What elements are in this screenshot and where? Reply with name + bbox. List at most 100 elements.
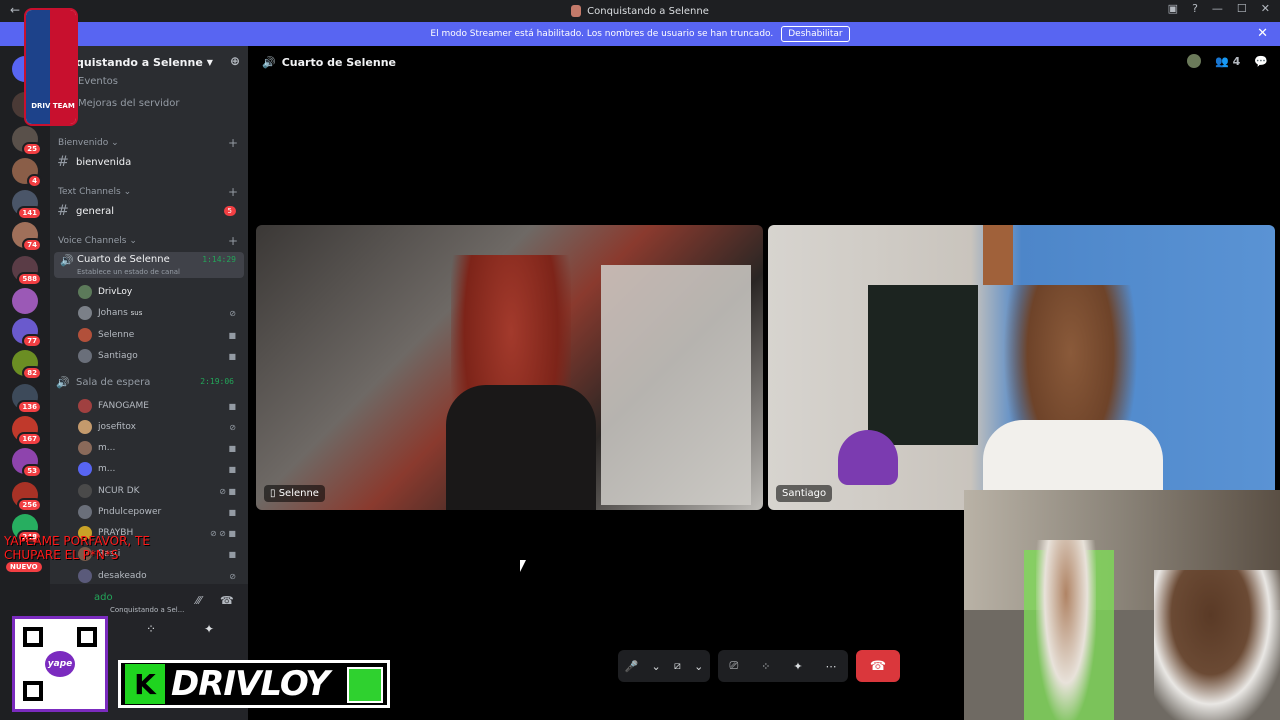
activities-icon[interactable]: ⁘ xyxy=(761,660,770,673)
user-name: Santiago xyxy=(98,351,138,361)
chevron-down-icon: ▼ xyxy=(206,57,213,67)
server-icon[interactable]: 256 xyxy=(12,482,42,512)
server-icon[interactable]: 82 xyxy=(12,350,42,380)
help-icon[interactable]: ? xyxy=(1192,2,1198,15)
mention-badge: 136 xyxy=(17,400,42,414)
nametag-label: Santiago xyxy=(782,488,827,499)
user-name: Johans xyxy=(98,308,128,318)
chat-icon[interactable]: 💬 xyxy=(1254,55,1268,68)
boost-label: Mejoras del servidor xyxy=(78,98,180,109)
deafened-icon: ⊘ xyxy=(229,308,236,318)
avatar xyxy=(78,505,92,519)
window-title-text: Conquistando a Selenne xyxy=(587,5,709,17)
camera-icon: ■ xyxy=(228,549,236,559)
member-count: 4 xyxy=(1232,54,1241,68)
voice-user[interactable]: FANOGAME ■ xyxy=(78,397,238,415)
server-icon[interactable]: 4 xyxy=(12,158,42,188)
kick-logo: K xyxy=(125,664,165,704)
more-icon[interactable]: ⋯ xyxy=(826,660,837,673)
user-name: Selenne xyxy=(98,330,135,340)
qr-finder xyxy=(23,681,43,701)
video-tile-santiago[interactable]: Santiago xyxy=(768,225,1275,510)
microphone-icon[interactable]: 🎤 xyxy=(625,660,639,673)
channel-bienvenida[interactable]: # bienvenida xyxy=(54,154,242,170)
channel-status[interactable]: Establece un estado de canal xyxy=(77,268,180,276)
mouse-cursor xyxy=(520,560,526,572)
category-voice[interactable]: Voice Channels ⌄ + xyxy=(58,234,238,248)
chevron-down-icon[interactable]: ⌄ xyxy=(652,660,661,673)
camera-off-icon[interactable]: ⧄ xyxy=(674,659,681,673)
server-icon[interactable] xyxy=(12,288,38,314)
channel-general[interactable]: # general 5 xyxy=(54,203,242,219)
voice-user[interactable]: NCUR DK ⊘ ■ xyxy=(78,482,238,500)
avatar xyxy=(78,484,92,498)
voice-user[interactable]: m... ■ xyxy=(78,439,238,457)
screen-share-icon[interactable]: ⎚ xyxy=(729,659,738,673)
video-nametag: ▯ Selenne xyxy=(264,485,325,502)
voice-channel-name: Sala de espera xyxy=(76,377,151,388)
user-name: desakeado xyxy=(98,571,147,581)
category-bienvenido[interactable]: Bienvenido ⌄ + xyxy=(58,136,238,150)
server-icon[interactable]: 588 xyxy=(12,256,42,286)
noise-suppression-icon[interactable]: ⁄⁄⁄ xyxy=(196,594,202,607)
server-icon[interactable]: 53 xyxy=(12,448,42,478)
voice-timer: 2:19:06 xyxy=(200,377,234,386)
deafened-icon: ⊘ xyxy=(229,571,236,581)
server-icon[interactable]: 136 xyxy=(12,384,42,414)
driv-team-logo: DRIV TEAM xyxy=(24,8,78,126)
voice-user[interactable]: josefitox ⊘ xyxy=(78,418,238,436)
voice-user[interactable]: Johans sus ⊘ xyxy=(78,304,238,322)
voice-channel-cuarto[interactable]: 🔊 Cuarto de Selenne 1:14:29 Establece un… xyxy=(54,252,244,278)
server-icon[interactable]: 74 xyxy=(12,222,42,252)
invite-icon[interactable]: ⊕ xyxy=(230,54,240,68)
minimize-button[interactable]: — xyxy=(1212,2,1223,15)
voice-user[interactable]: Selenne ■ xyxy=(78,326,238,344)
voice-channel-name: Cuarto de Selenne xyxy=(77,254,170,265)
voice-user[interactable]: Pndulcepower ■ xyxy=(78,503,238,521)
server-icon[interactable]: 141 xyxy=(12,190,42,220)
video-tile-selenne[interactable]: ▯ Selenne xyxy=(256,225,763,510)
person-body xyxy=(446,385,596,510)
soundboard-icon[interactable]: ✦ xyxy=(793,660,802,673)
events-item[interactable]: Eventos xyxy=(54,76,242,87)
voice-channel-espera[interactable]: 🔊 Sala de espera 2:19:06 xyxy=(54,376,242,389)
mention-badge: 4 xyxy=(27,174,42,188)
header-actions: 👥 4 💬 xyxy=(1187,54,1268,68)
boost-item[interactable]: Mejoras del servidor xyxy=(54,98,242,109)
disconnect-button[interactable]: ☎ xyxy=(856,650,900,682)
activity-controls: ⎚ ⁘ ✦ ⋯ xyxy=(718,650,848,682)
add-channel-icon[interactable]: + xyxy=(228,185,238,199)
disable-button[interactable]: Deshabilitar xyxy=(781,26,850,42)
category-label: Text Channels xyxy=(58,187,121,197)
category-text[interactable]: Text Channels ⌄ + xyxy=(58,185,238,199)
members-icon[interactable]: 👥 4 xyxy=(1215,55,1240,68)
soundboard-icon[interactable]: ✦ xyxy=(204,622,214,636)
maximize-button[interactable]: ☐ xyxy=(1237,2,1247,15)
server-icon[interactable]: 77 xyxy=(12,318,42,348)
voice-user[interactable]: m... ■ xyxy=(78,460,238,478)
voice-user[interactable]: DrivLoy xyxy=(78,283,238,301)
back-arrow-icon[interactable]: ← xyxy=(10,3,20,17)
camera-icon: ■ xyxy=(228,507,236,517)
close-button[interactable]: ✕ xyxy=(1261,2,1270,15)
server-icon[interactable]: 25 xyxy=(12,126,42,156)
banner-close-icon[interactable]: ✕ xyxy=(1257,26,1268,41)
add-channel-icon[interactable]: + xyxy=(228,234,238,248)
new-badge: NUEVO xyxy=(6,562,42,572)
disconnect-icon[interactable]: ☎ xyxy=(220,594,234,607)
jackets xyxy=(868,285,978,445)
activities-icon[interactable]: ⁘ xyxy=(146,622,156,636)
chevron-down-icon[interactable]: ⌄ xyxy=(694,660,703,673)
user-name: NCUR DK xyxy=(98,486,140,496)
avatar[interactable] xyxy=(1187,54,1202,68)
voice-user[interactable]: Santiago ■ xyxy=(78,347,238,365)
hash-icon: # xyxy=(57,203,69,219)
hangup-icon: ☎ xyxy=(869,658,887,674)
server-header[interactable]: quistando a Selenne ▼ ⊕ xyxy=(50,46,248,78)
title-bar: ← Conquistando a Selenne ▣ ? — ☐ ✕ xyxy=(0,0,1280,22)
inbox-icon[interactable]: ▣ xyxy=(1168,2,1178,15)
deafened-icon: ⊘ ⊘ ■ xyxy=(209,528,236,538)
server-icon[interactable]: 167 xyxy=(12,416,42,446)
add-channel-icon[interactable]: + xyxy=(228,136,238,150)
voice-user[interactable]: desakeado ⊘ xyxy=(78,567,238,585)
